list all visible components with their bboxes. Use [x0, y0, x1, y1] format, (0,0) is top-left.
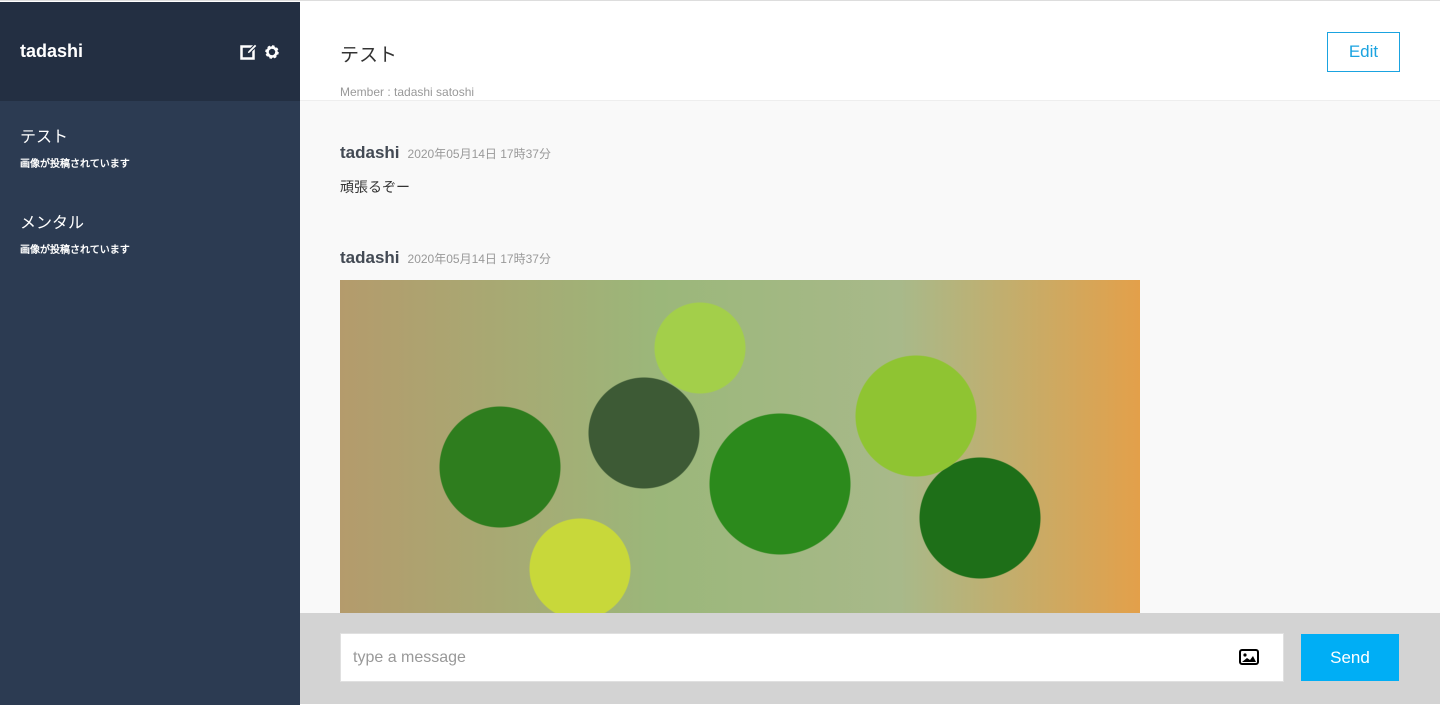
group-last-message: 画像が投稿されています: [20, 159, 130, 170]
message-date: 2020年05月14日 17時37分: [407, 252, 551, 266]
group-item[interactable]: テスト 画像が投稿されています: [0, 101, 300, 187]
sidebar-header: tadashi: [0, 2, 300, 101]
edit-icon[interactable]: [240, 43, 258, 60]
message-input[interactable]: [341, 634, 1221, 681]
group-last-message: 画像が投稿されています: [20, 245, 130, 256]
message: tadashi 2020年05月14日 17時37分 頑張るぞー: [340, 143, 551, 197]
image-upload-icon[interactable]: [1239, 649, 1259, 665]
group-title: テスト: [340, 45, 398, 66]
message: tadashi 2020年05月14日 17時37分: [340, 248, 1140, 620]
group-item[interactable]: メンタル 画像が投稿されています: [0, 187, 300, 273]
chat-main: テスト Member : tadashi satoshi Edit tadash…: [300, 2, 1440, 704]
message-input-wrapper: [340, 633, 1284, 682]
group-name: メンタル: [20, 215, 85, 232]
message-user: tadashi: [340, 248, 400, 267]
group-name: テスト: [20, 129, 69, 146]
edit-button[interactable]: Edit: [1327, 32, 1400, 72]
message-date: 2020年05月14日 17時37分: [407, 147, 551, 161]
member-list: Member : tadashi satoshi: [340, 85, 475, 99]
send-button[interactable]: Send: [1301, 634, 1399, 681]
message-image: [340, 280, 1140, 620]
gear-icon[interactable]: [264, 44, 280, 60]
message-form: Send: [300, 613, 1440, 704]
chat-header: テスト Member : tadashi satoshi Edit: [300, 2, 1440, 101]
message-text: 頑張るぞー: [340, 179, 410, 195]
message-user: tadashi: [340, 143, 400, 162]
sidebar: tadashi テスト 画像が投稿されています メンタル 画像が投稿されています: [0, 2, 300, 705]
current-user-name: tadashi: [20, 41, 84, 61]
